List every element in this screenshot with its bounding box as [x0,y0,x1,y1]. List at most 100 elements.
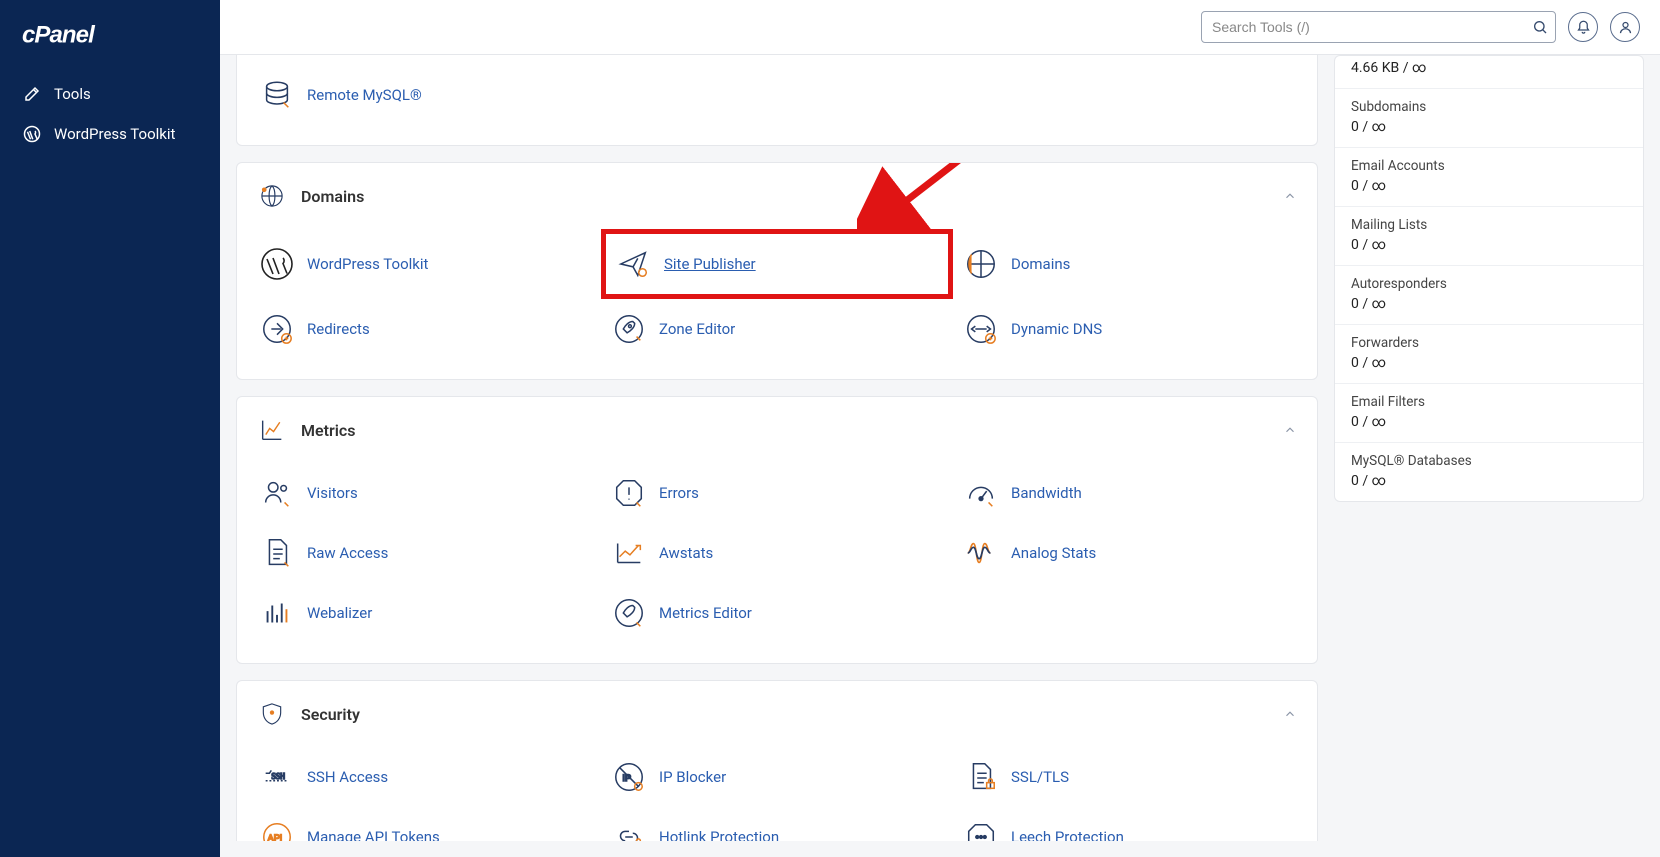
gauge-icon [963,475,999,511]
svg-text:API: API [268,833,283,841]
feature-link[interactable]: Remote MySQL® [307,86,422,104]
chevron-up-icon [1283,423,1297,437]
stat-subdomains: Subdomains 0 / ∞ [1335,88,1643,147]
feature-analog-stats[interactable]: Analog Stats [953,523,1305,583]
section-header-security[interactable]: Security [237,681,1317,747]
sidebar: cPanel Tools WordPress Toolkit [0,0,220,857]
leech-icon [963,819,999,841]
feature-link[interactable]: SSL/TLS [1011,768,1069,786]
feature-link[interactable]: Webalizer [307,604,372,622]
feature-link[interactable]: Zone Editor [659,320,735,338]
feature-link[interactable]: Redirects [307,320,370,338]
section-header-domains[interactable]: Domains [237,163,1317,229]
feature-link[interactable]: Dynamic DNS [1011,320,1102,338]
feature-link[interactable]: IP Blocker [659,768,726,786]
feature-link[interactable]: Leech Protection [1011,828,1124,841]
feature-link[interactable]: Site Publisher [664,255,756,273]
stat-label: Subdomains [1351,99,1627,115]
stat-value: 0 / ∞ [1351,119,1627,135]
feature-remote-mysql[interactable]: Remote MySQL® [249,65,601,125]
errors-icon [611,475,647,511]
svg-text:cPanel: cPanel [22,22,96,48]
stat-value: 0 / ∞ [1351,237,1627,253]
api-icon: API [259,819,295,841]
feature-leech-protection[interactable]: Leech Protection [953,807,1305,841]
feature-manage-api-tokens[interactable]: API Manage API Tokens [249,807,601,841]
brand-logo: cPanel [0,10,220,74]
feature-visitors[interactable]: Visitors [249,463,601,523]
section-security: Security SSH SSH Access IP IP Blocker [236,680,1318,841]
rocket-icon [611,595,647,631]
feature-ssh-access[interactable]: SSH SSH Access [249,747,601,807]
hotlink-icon [611,819,647,841]
feature-link[interactable]: Manage API Tokens [307,828,440,841]
wave-icon [963,535,999,571]
stat-label: Email Accounts [1351,158,1627,174]
feature-link[interactable]: Visitors [307,484,358,502]
feature-link[interactable]: Raw Access [307,544,388,562]
feature-errors[interactable]: Errors [601,463,953,523]
shield-icon [257,699,287,729]
stat-label: Autoresponders [1351,276,1627,292]
stat-label: MySQL® Databases [1351,453,1627,469]
feature-link[interactable]: Analog Stats [1011,544,1096,562]
feature-link[interactable]: Hotlink Protection [659,828,779,841]
feature-dynamic-dns[interactable]: Dynamic DNS [953,299,1305,359]
feature-wordpress-toolkit[interactable]: WordPress Toolkit [249,229,601,299]
section-domains: Domains WordPress Toolkit [236,162,1318,380]
section-metrics: Metrics Visitors Errors [236,396,1318,664]
globe-icon [257,181,287,211]
bell-icon [1576,20,1591,35]
document-icon [259,535,295,571]
feature-link[interactable]: SSH Access [307,768,388,786]
feature-link[interactable]: Awstats [659,544,713,562]
feature-hotlink-protection[interactable]: Hotlink Protection [601,807,953,841]
feature-awstats[interactable]: Awstats [601,523,953,583]
feature-zone-editor[interactable]: Zone Editor [601,299,953,359]
user-icon [1618,20,1633,35]
feature-bandwidth[interactable]: Bandwidth [953,463,1305,523]
section-header-metrics[interactable]: Metrics [237,397,1317,463]
rocket-icon [611,311,647,347]
section-title: Security [301,705,360,724]
feature-metrics-editor[interactable]: Metrics Editor [601,583,953,643]
feature-link[interactable]: Metrics Editor [659,604,752,622]
feature-ip-blocker[interactable]: IP IP Blocker [601,747,953,807]
stat-mailing-lists: Mailing Lists 0 / ∞ [1335,206,1643,265]
account-button[interactable] [1610,12,1640,42]
stat-value: 4.66 KB / ∞ [1351,60,1627,76]
stat-email-filters: Email Filters 0 / ∞ [1335,383,1643,442]
sidebar-item-wordpress-toolkit[interactable]: WordPress Toolkit [0,114,220,154]
feature-ssl-tls[interactable]: SSL/TLS [953,747,1305,807]
stat-email-accounts: Email Accounts 0 / ∞ [1335,147,1643,206]
search-input[interactable] [1201,11,1556,43]
stat-bandwidth: 4.66 KB / ∞ [1335,56,1643,88]
redirect-icon [259,311,295,347]
stat-autoresponders: Autoresponders 0 / ∞ [1335,265,1643,324]
notifications-button[interactable] [1568,12,1598,42]
feature-link[interactable]: Domains [1011,255,1070,273]
wordpress-icon [259,246,295,282]
feature-site-publisher[interactable]: Site Publisher [601,229,953,299]
feature-redirects[interactable]: Redirects [249,299,601,359]
search-wrap [1201,11,1556,43]
stat-value: 0 / ∞ [1351,414,1627,430]
stat-value: 0 / ∞ [1351,296,1627,312]
ssl-file-icon [963,759,999,795]
stat-value: 0 / ∞ [1351,355,1627,371]
cpanel-logo-icon: cPanel [22,22,142,50]
feature-link[interactable]: Bandwidth [1011,484,1082,502]
ssh-icon: SSH [259,759,295,795]
feature-raw-access[interactable]: Raw Access [249,523,601,583]
chevron-up-icon [1283,189,1297,203]
dns-icon [963,311,999,347]
sidebar-item-tools[interactable]: Tools [0,74,220,114]
feature-domains[interactable]: Domains [953,229,1305,299]
stats-panel: 4.66 KB / ∞ Subdomains 0 / ∞ Email Accou… [1334,55,1644,502]
svg-text:SSH: SSH [271,772,285,781]
feature-webalizer[interactable]: Webalizer [249,583,601,643]
feature-link[interactable]: Errors [659,484,699,502]
chevron-up-icon [1283,707,1297,721]
section-databases-fragment: Remote MySQL® [236,55,1318,146]
feature-link[interactable]: WordPress Toolkit [307,255,428,273]
